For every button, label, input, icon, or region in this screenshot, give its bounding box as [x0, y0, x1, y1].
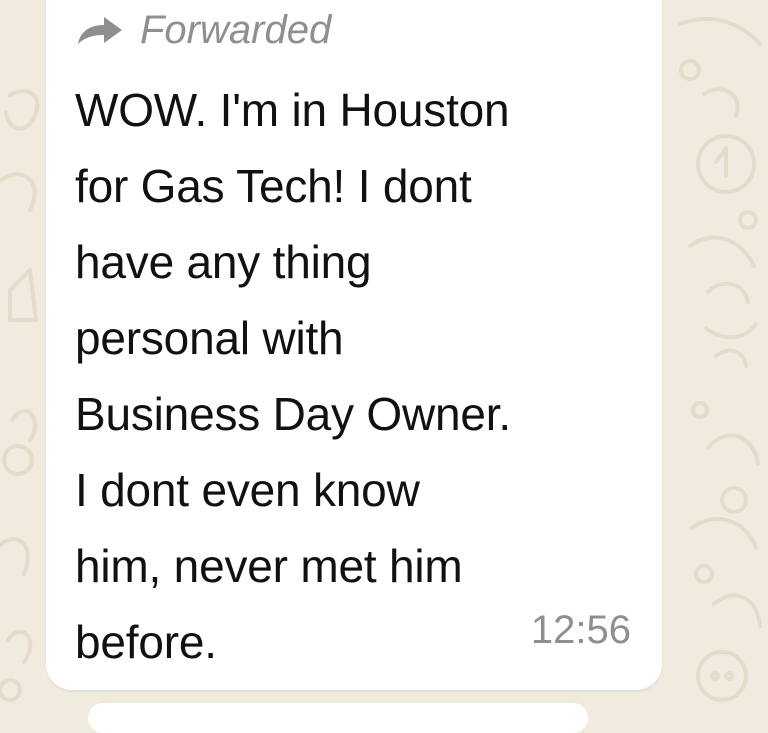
message-bubble[interactable]: Forwarded WOW. I'm in Houston for Gas Te… [46, 0, 662, 690]
message-line: Business Day Owner. [75, 388, 511, 440]
message-time: 12:56 [530, 608, 631, 652]
message-line: WOW. I'm in Houston [75, 84, 510, 136]
message-line: for Gas Tech! I dont [75, 160, 472, 212]
forwarded-row: Forwarded [76, 8, 331, 52]
message-text: WOW. I'm in Houston for Gas Tech! I dont… [75, 72, 635, 680]
message-line: have any thing [75, 236, 372, 288]
forward-arrow-icon [76, 15, 124, 45]
message-line: him, never met him [75, 540, 463, 592]
message-line: I dont even know [75, 464, 420, 516]
next-message-bubble[interactable] [88, 703, 588, 733]
message-line: personal with [75, 312, 344, 364]
forwarded-label: Forwarded [140, 8, 332, 52]
